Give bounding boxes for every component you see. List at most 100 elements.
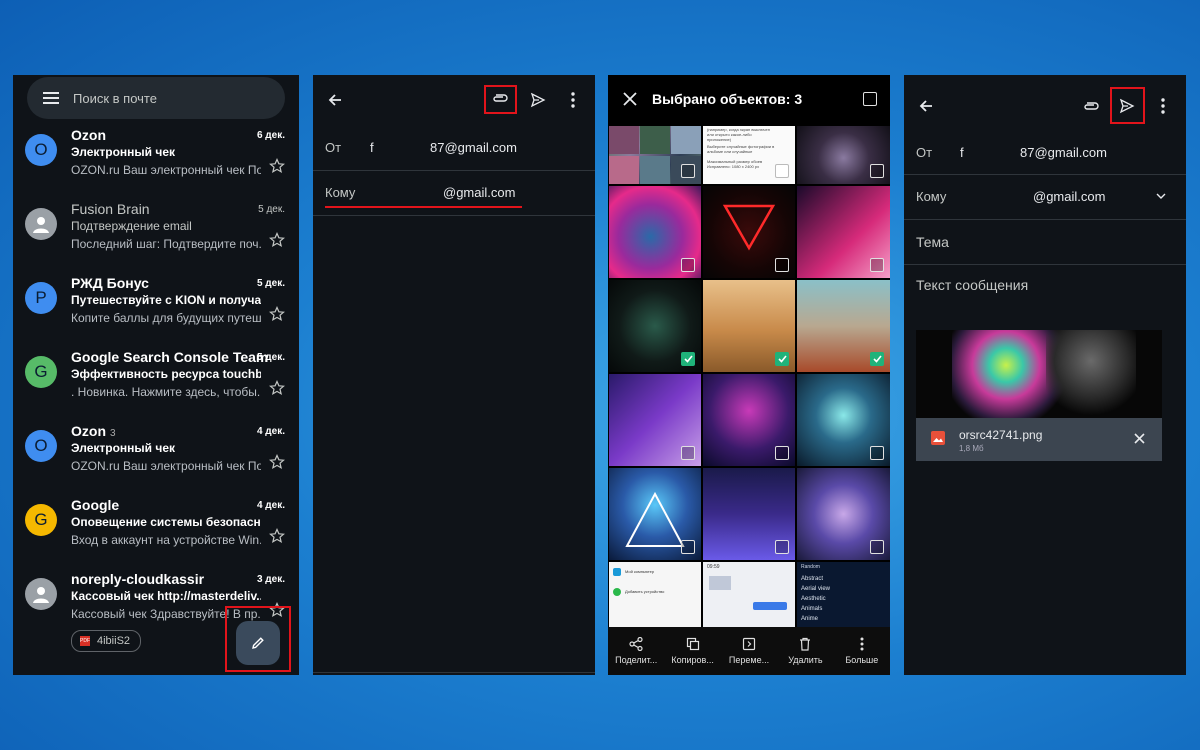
- email-subject: Эффективность ресурса touchb...: [71, 367, 261, 381]
- selection-count-title: Выбрано объектов: 3: [652, 91, 803, 107]
- inbox-screen: Поиск в почте O Ozon 6 дек. Электронный чек…: [13, 75, 299, 675]
- attachment-chip[interactable]: PDF 4ibiiS2: [71, 630, 142, 652]
- email-date: 4 дек.: [256, 426, 285, 437]
- tag-item: Animals: [801, 606, 823, 612]
- star-icon[interactable]: [269, 528, 285, 544]
- sender-name: РЖД Бонус: [71, 275, 149, 291]
- compose-with-attachment-screen: От f 87@gmail.com Кому @gmail.com Тема Т…: [904, 75, 1186, 675]
- photo-thumbnail[interactable]: [797, 186, 890, 278]
- photo-thumbnail[interactable]: [703, 374, 795, 466]
- sender-avatar: G: [25, 356, 57, 388]
- photo-thumbnail[interactable]: [609, 186, 701, 278]
- action-label: Поделит...: [615, 655, 658, 665]
- email-row[interactable]: G Google 4 дек. Оповещение системы безопасн…: [13, 497, 299, 578]
- email-date: 3 дек.: [256, 574, 285, 585]
- email-row[interactable]: G Google Search Console Team 5 дек. Эффекти…: [13, 349, 299, 430]
- more-vert-icon[interactable]: [1161, 98, 1165, 114]
- back-arrow-icon[interactable]: [918, 98, 934, 114]
- star-icon[interactable]: [269, 380, 285, 396]
- close-icon[interactable]: [1134, 433, 1145, 444]
- menu-icon[interactable]: [41, 92, 61, 104]
- chevron-down-icon[interactable]: [1156, 193, 1166, 199]
- sender-name: noreply-cloudkassir: [71, 571, 205, 587]
- copy-icon: [686, 637, 700, 651]
- thread-count: 3: [110, 428, 116, 439]
- sender-avatar: O: [25, 134, 57, 166]
- copy-button[interactable]: Копиров...: [664, 627, 720, 675]
- action-label: Больше: [845, 655, 879, 665]
- attachment-name: orsrc42741.png: [959, 428, 1043, 442]
- to-field[interactable]: @gmail.com: [1033, 189, 1105, 204]
- photo-thumbnail[interactable]: [609, 280, 701, 372]
- email-row[interactable]: P РЖД Бонус 5 дек. Путешествуйте с KION и п…: [13, 275, 299, 356]
- star-icon[interactable]: [269, 454, 285, 470]
- divider: [904, 174, 1186, 175]
- tag-item: Anime: [801, 616, 819, 622]
- star-icon[interactable]: [269, 306, 285, 322]
- selection-actions-bar: Поделит... Копиров... Переме... Удалить …: [608, 627, 890, 675]
- sender-avatar: [25, 208, 57, 240]
- sender-avatar: G: [25, 504, 57, 536]
- email-row[interactable]: O Ozon 6 дек. Электронный чек OZON.ru Ваш эл…: [13, 127, 299, 208]
- email-subject: Оповещение системы безопасн...: [71, 515, 261, 529]
- screenshot-thumbnail[interactable]: Мой компьютер Добавить устройство: [609, 562, 701, 628]
- photo-thumbnail[interactable]: [797, 126, 890, 184]
- from-label: От: [916, 145, 933, 160]
- email-preview: Копите баллы для будущих путеш...: [71, 311, 261, 325]
- close-icon[interactable]: [623, 92, 637, 106]
- image-file-icon: [931, 431, 945, 445]
- sender-name: Google Search Console Team: [71, 349, 269, 365]
- photo-thumbnail[interactable]: [609, 374, 701, 466]
- to-field[interactable]: @gmail.com: [443, 185, 515, 200]
- more-button[interactable]: Больше: [834, 627, 890, 675]
- email-row[interactable]: O Ozon 3 4 дек. Электронный чек OZON.ru Ваш э…: [13, 423, 299, 504]
- search-bar[interactable]: Поиск в почте: [27, 77, 285, 119]
- delete-button[interactable]: Удалить: [777, 627, 833, 675]
- body-field[interactable]: Текст сообщения: [916, 277, 1028, 293]
- share-button[interactable]: Поделит...: [608, 627, 664, 675]
- sender-avatar: O: [25, 430, 57, 462]
- email-date: 5 дек.: [258, 204, 285, 215]
- back-arrow-icon[interactable]: [327, 92, 343, 108]
- email-date: 6 дек.: [256, 130, 285, 141]
- photo-thumbnail[interactable]: [703, 186, 795, 278]
- attachment-preview[interactable]: [916, 330, 1162, 418]
- from-name: f: [370, 140, 374, 155]
- star-icon[interactable]: [269, 158, 285, 174]
- compose-screen: От f 87@gmail.com Кому @gmail.com: [313, 75, 595, 675]
- photo-thumbnail[interactable]: [609, 126, 701, 184]
- highlight-box: [484, 85, 517, 114]
- photo-thumbnail[interactable]: [797, 374, 890, 466]
- send-icon[interactable]: [530, 92, 546, 108]
- tag-item: Abstract: [801, 576, 824, 582]
- screenshot-thumbnail[interactable]: Random Abstract Aerial view Aesthetic Anima…: [797, 562, 890, 628]
- email-preview: OZON.ru Ваш электронный чек По...: [71, 459, 261, 473]
- more-vert-icon[interactable]: [571, 92, 575, 108]
- to-field-underline: [325, 206, 522, 208]
- attachment-chip[interactable]: orsrc42741.png 1,8 Мб: [916, 418, 1162, 461]
- bottom-divider: [313, 672, 595, 673]
- from-email[interactable]: 87@gmail.com: [1020, 145, 1107, 160]
- photo-thumbnail[interactable]: [703, 280, 795, 372]
- from-email[interactable]: 87@gmail.com: [430, 140, 517, 155]
- photo-thumbnail[interactable]: [797, 280, 890, 372]
- sender-name: Google: [71, 497, 120, 513]
- screenshot-thumbnail[interactable]: 09:59: [703, 562, 795, 628]
- move-button[interactable]: Переме...: [721, 627, 777, 675]
- star-icon[interactable]: [269, 232, 285, 248]
- photo-thumbnail[interactable]: [703, 468, 795, 560]
- email-date: 5 дек.: [256, 352, 285, 363]
- subject-field[interactable]: Тема: [916, 234, 949, 250]
- photo-thumbnail[interactable]: [609, 468, 701, 560]
- screenshot-thumbnail[interactable]: (например, когда экран выключен или откр…: [703, 126, 795, 184]
- from-label: От: [325, 140, 342, 155]
- email-preview: . Новинка. Нажмите здесь, чтобы...: [71, 385, 261, 399]
- attach-icon[interactable]: [1082, 99, 1100, 113]
- email-date: 4 дек.: [256, 500, 285, 511]
- email-row[interactable]: Fusion Brain 5 дек. Подтверждение email Пос…: [13, 201, 299, 282]
- select-all-checkbox[interactable]: [863, 92, 877, 106]
- to-label: Кому: [325, 185, 356, 200]
- photo-thumbnail[interactable]: [797, 468, 890, 560]
- person-icon: [31, 214, 51, 234]
- email-subject: Электронный чек: [71, 441, 176, 455]
